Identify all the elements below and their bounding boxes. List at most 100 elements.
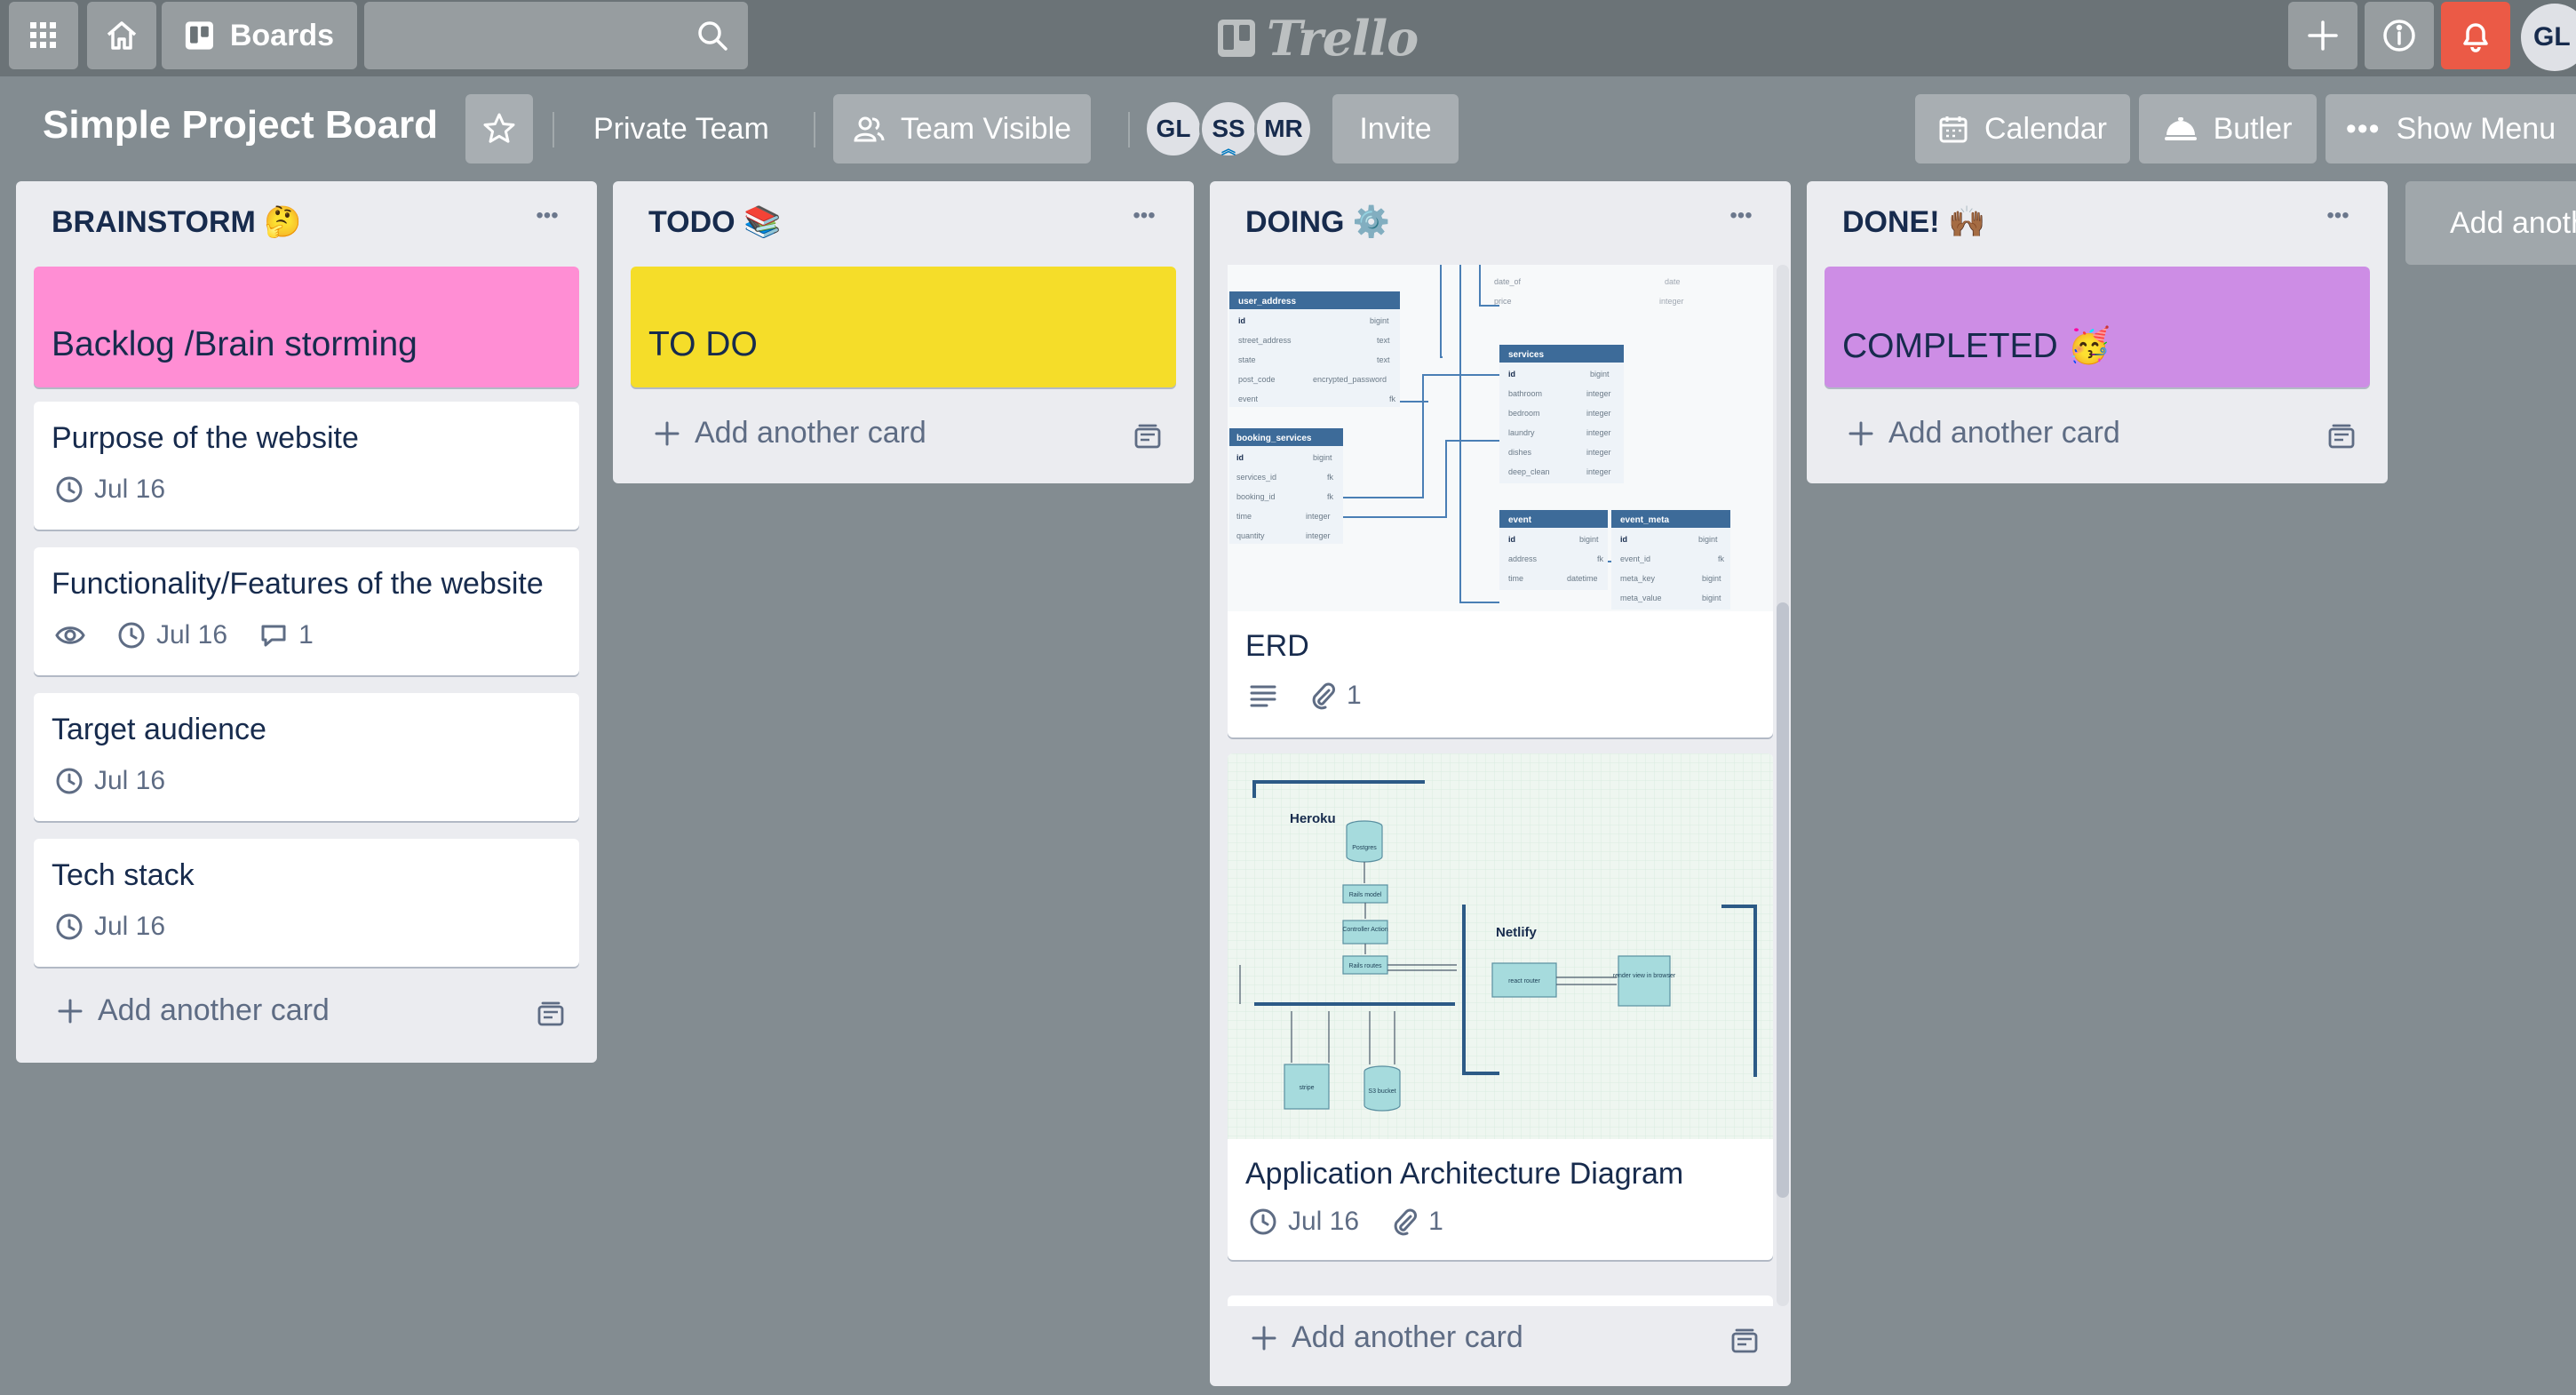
list-scrollbar[interactable]: [1777, 265, 1789, 1306]
team-button[interactable]: Private Team: [593, 94, 769, 163]
list-scrollbar-thumb[interactable]: [1777, 602, 1789, 1198]
card[interactable]: [1228, 1295, 1773, 1306]
svg-text:date: date: [1665, 277, 1681, 286]
svg-text:encrypted_password: encrypted_password: [1313, 375, 1387, 384]
svg-text:fk: fk: [1597, 554, 1604, 563]
list-title[interactable]: DONE! 🙌🏾: [1842, 204, 1985, 240]
svg-text:render view in browser: render view in browser: [1613, 973, 1676, 979]
list-title[interactable]: BRAINSTORM 🤔: [52, 204, 302, 240]
clock-icon: [118, 622, 145, 649]
svg-text:fk: fk: [1718, 554, 1725, 563]
add-card-button[interactable]: Add another card: [654, 416, 926, 450]
list-menu-button[interactable]: •••: [1117, 194, 1171, 238]
visibility-label: Team Visible: [900, 111, 1072, 146]
create-button[interactable]: [2288, 2, 2357, 69]
search-box[interactable]: [364, 2, 748, 69]
svg-text:Rails routes: Rails routes: [1349, 963, 1382, 969]
svg-text:event_id: event_id: [1620, 554, 1650, 563]
svg-text:S3 bucket: S3 bucket: [1368, 1088, 1395, 1095]
card-template-icon[interactable]: [1730, 1327, 1759, 1354]
svg-text:street_address: street_address: [1238, 336, 1292, 345]
svg-text:bigint: bigint: [1579, 535, 1599, 544]
add-card-label: Add another card: [1888, 416, 2120, 450]
add-card-label: Add another card: [1292, 1320, 1523, 1354]
card[interactable]: Tech stack Jul 16: [34, 839, 579, 967]
svg-text:meta_value: meta_value: [1620, 594, 1662, 602]
member-avatar[interactable]: MR: [1254, 100, 1313, 158]
card[interactable]: date_of date price integer user_address …: [1228, 265, 1773, 737]
card-template-icon[interactable]: [1133, 423, 1162, 450]
svg-text:meta_key: meta_key: [1620, 574, 1656, 583]
attachment-count: 1: [1428, 1207, 1443, 1236]
list-doing: DOING ⚙️ ••• date_of date price integer …: [1210, 181, 1791, 1386]
due-date: Jul 16: [94, 912, 166, 941]
clock-icon: [56, 768, 83, 794]
comment-count: 1: [298, 620, 314, 650]
svg-text:id: id: [1508, 535, 1515, 544]
search-input[interactable]: [364, 2, 748, 69]
home-button[interactable]: [87, 2, 156, 69]
user-avatar[interactable]: GL: [2521, 4, 2576, 71]
list-title[interactable]: DOING ⚙️: [1245, 204, 1390, 240]
svg-text:integer: integer: [1306, 531, 1331, 540]
card[interactable]: Target audience Jul 16: [34, 693, 579, 821]
butler-bell-icon: [2164, 117, 2197, 140]
list-cards-scroll[interactable]: date_of date price integer user_address …: [1228, 265, 1773, 1306]
paperclip-icon: [1312, 682, 1335, 710]
star-button[interactable]: [465, 94, 533, 163]
svg-text:bigint: bigint: [1702, 594, 1721, 602]
comments-badge: 1: [259, 620, 314, 650]
clock-icon: [56, 476, 83, 503]
team-icon: [854, 116, 885, 142]
card[interactable]: Heroku Netlify Postgres Rails model Cont…: [1228, 753, 1773, 1260]
calendar-button[interactable]: Calendar: [1915, 94, 2130, 163]
card[interactable]: Purpose of the website Jul 16: [34, 402, 579, 530]
visibility-button[interactable]: Team Visible: [833, 94, 1091, 163]
description-icon: [1250, 685, 1276, 707]
svg-text:state: state: [1238, 355, 1256, 364]
show-menu-button[interactable]: ••• Show Menu: [2326, 94, 2576, 163]
divider: [1128, 112, 1130, 147]
info-button[interactable]: [2365, 2, 2434, 69]
svg-text:integer: integer: [1586, 409, 1611, 418]
add-card-button[interactable]: Add another card: [1251, 1320, 1523, 1355]
card[interactable]: Functionality/Features of the website Ju…: [34, 547, 579, 675]
svg-text:integer: integer: [1586, 389, 1611, 398]
trello-logo[interactable]: Trello: [1217, 7, 1419, 69]
svg-text:event: event: [1238, 395, 1259, 403]
due-date-badge: Jul 16: [1249, 1207, 1359, 1237]
plus-icon: [655, 421, 680, 445]
svg-text:user_address: user_address: [1238, 297, 1296, 307]
logo-text: Trello: [1267, 10, 1419, 67]
board-title[interactable]: Simple Project Board: [43, 103, 438, 147]
card-template-icon[interactable]: [2327, 423, 2356, 450]
card-badges: Jul 16 1: [55, 620, 314, 650]
svg-text:fk: fk: [1389, 395, 1396, 403]
card-title: Functionality/Features of the website: [52, 567, 544, 601]
member-avatar[interactable]: SS ︽: [1199, 100, 1258, 158]
list-menu-button[interactable]: •••: [2311, 194, 2365, 238]
list-menu-button[interactable]: •••: [1714, 194, 1768, 238]
card-template-icon[interactable]: [537, 1000, 565, 1027]
invite-button[interactable]: Invite: [1332, 94, 1459, 163]
cover-card[interactable]: TO DO: [631, 267, 1176, 387]
architecture-cover-image: Heroku Netlify Postgres Rails model Cont…: [1228, 753, 1773, 1139]
cover-card[interactable]: Backlog /Brain storming: [34, 267, 579, 387]
search-icon[interactable]: [695, 18, 730, 53]
svg-text:time: time: [1508, 574, 1523, 583]
apps-button[interactable]: [9, 2, 78, 69]
add-list-button[interactable]: Add another list: [2405, 181, 2576, 265]
boards-button[interactable]: Boards: [162, 2, 357, 69]
home-icon: [107, 21, 137, 50]
add-card-button[interactable]: Add another card: [57, 993, 330, 1028]
notifications-button[interactable]: [2441, 2, 2510, 69]
add-card-label: Add another card: [695, 416, 926, 450]
butler-button[interactable]: Butler: [2139, 94, 2317, 163]
cover-card[interactable]: COMPLETED 🥳: [1825, 267, 2370, 387]
list-title[interactable]: TODO 📚: [648, 204, 781, 240]
member-avatar[interactable]: GL: [1144, 100, 1203, 158]
list-menu-button[interactable]: •••: [521, 194, 574, 238]
add-card-button[interactable]: Add another card: [1848, 416, 2120, 450]
svg-text:bathroom: bathroom: [1508, 389, 1542, 398]
boards-icon: [185, 21, 213, 50]
